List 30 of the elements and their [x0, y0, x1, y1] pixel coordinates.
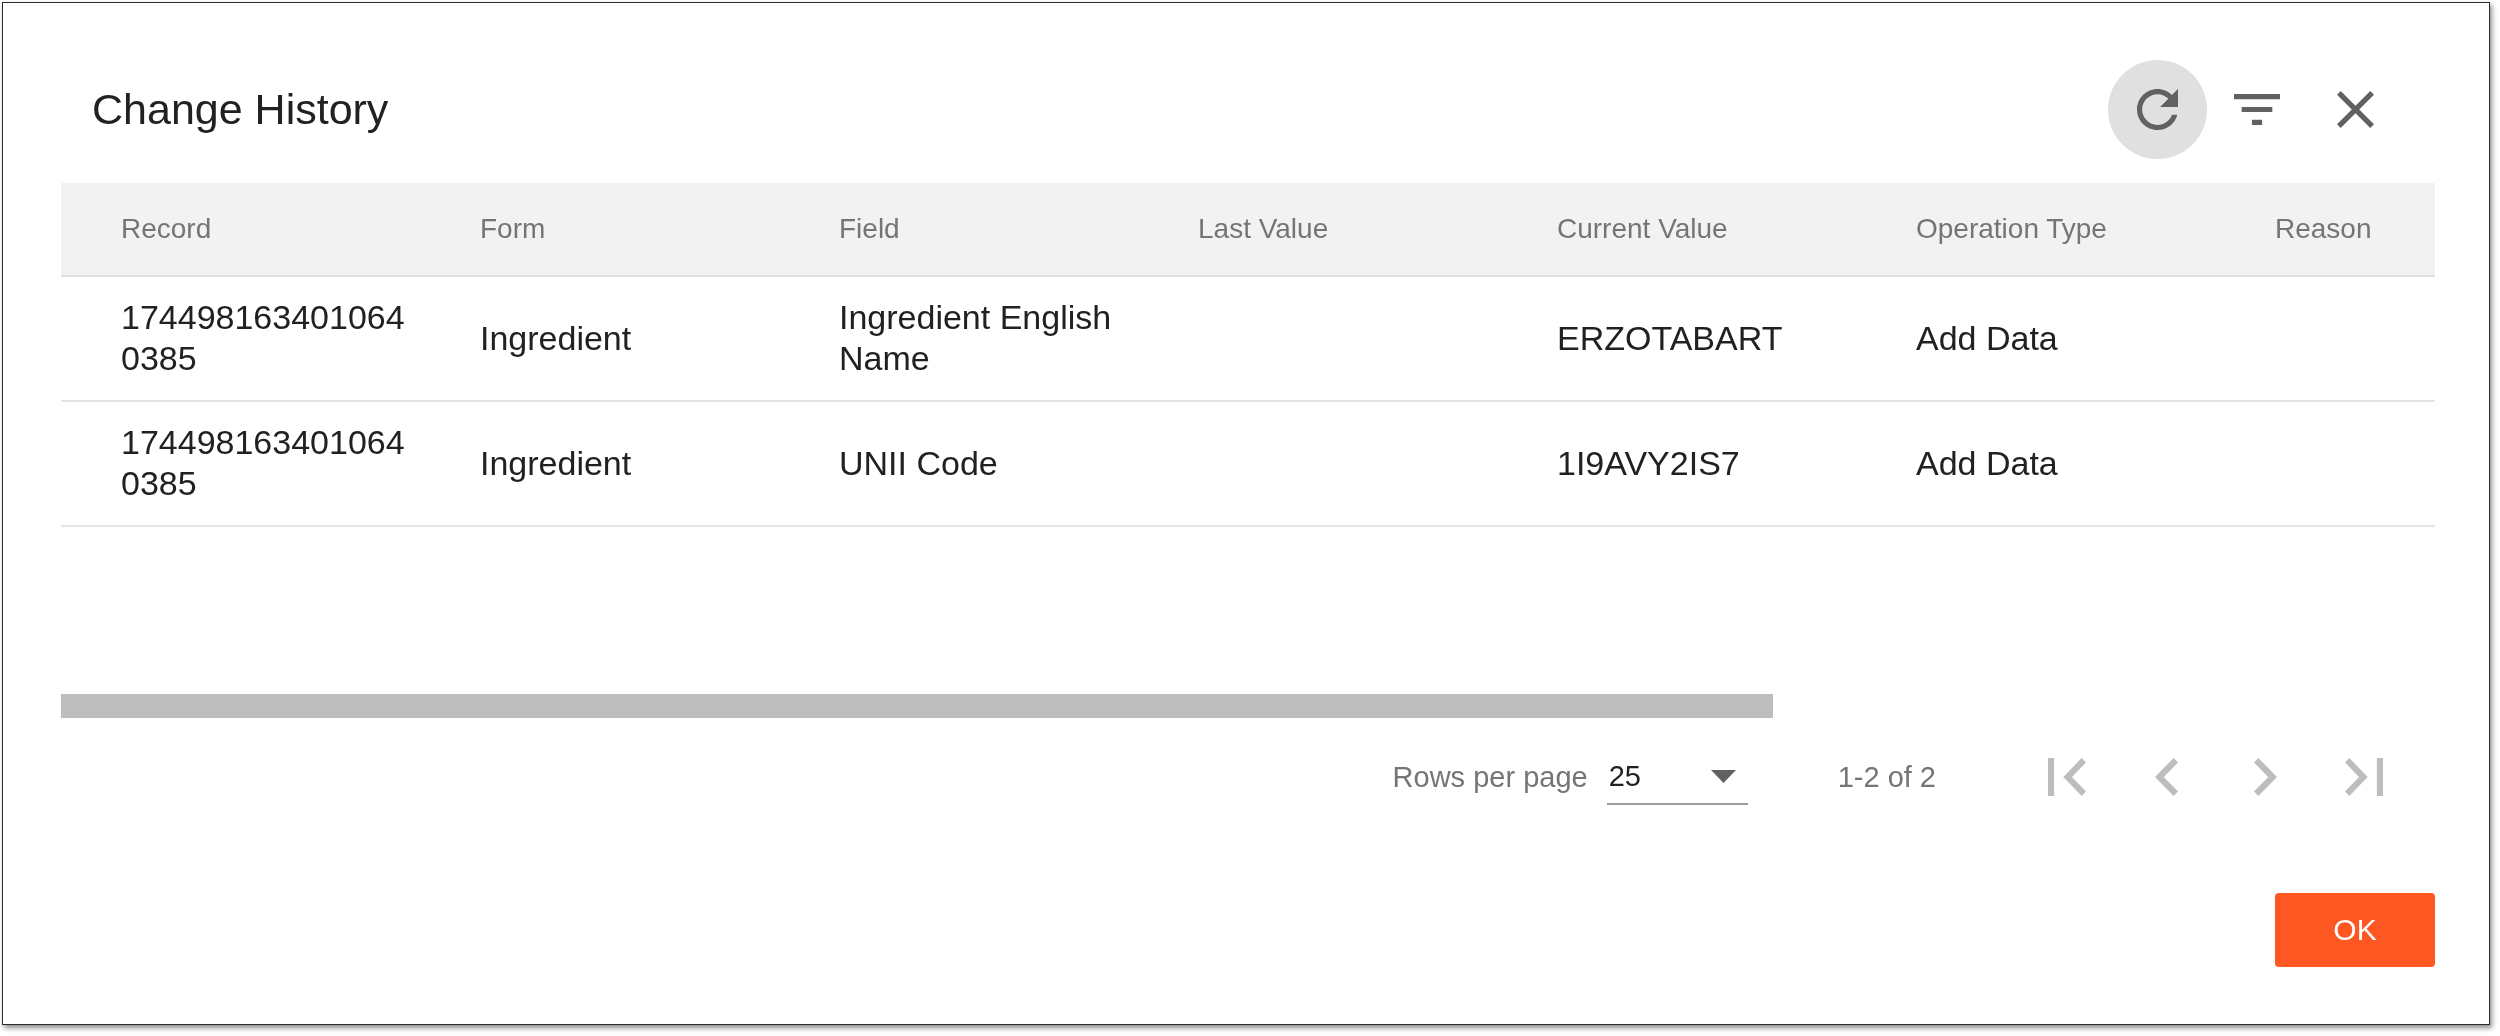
close-icon — [2337, 91, 2374, 129]
rows-per-page-label: Rows per page — [1392, 760, 1588, 794]
column-header: Record — [121, 212, 212, 245]
column-header: Field — [839, 212, 900, 245]
column-header: Operation Type — [1916, 212, 2107, 245]
rows-per-page-select[interactable]: 25 — [1606, 749, 1748, 805]
table-cell-text: 1744981634010640385 — [121, 422, 406, 505]
column-header: Form — [480, 212, 546, 245]
table-cell: Add Data — [1916, 317, 2058, 359]
table-cell-text: Ingredient English Name — [839, 297, 1113, 380]
table-cell: Ingredient — [480, 317, 632, 359]
column-header: Last Value — [1198, 212, 1329, 245]
first-page-icon — [2048, 758, 2086, 797]
column-header: Current Value — [1557, 212, 1728, 245]
chevron-left-icon — [2154, 758, 2178, 797]
column-header: Reason — [2275, 212, 2372, 245]
last-page-icon — [2345, 758, 2383, 797]
refresh-icon — [2137, 89, 2178, 131]
scrollbar-thumb[interactable] — [61, 694, 1773, 719]
table-cell: Add Data — [1916, 442, 2058, 484]
dialog-title: Change History — [92, 85, 389, 135]
table-cell: ERZOTABART — [1557, 317, 1783, 359]
caret-down-icon — [1710, 769, 1736, 783]
table-cell: 1I9AVY2IS7 — [1557, 442, 1740, 484]
chevron-right-icon — [2253, 758, 2277, 797]
table-cell: Ingredient — [480, 442, 632, 484]
filter-icon — [2233, 94, 2280, 126]
table-cell: UNII Code — [839, 442, 998, 484]
page-range-text: 1-2 of 2 — [1837, 760, 1936, 794]
table-cell-text: 1744981634010640385 — [121, 297, 406, 380]
